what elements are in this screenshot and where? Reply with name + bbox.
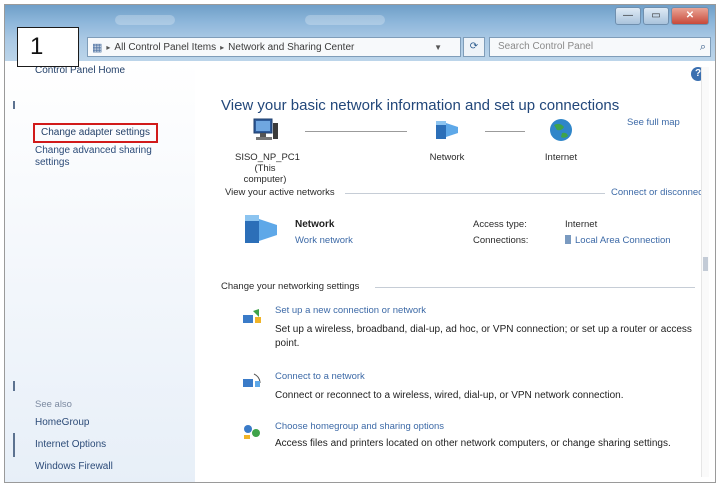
- setup-connection-desc: Set up a wireless, broadband, dial-up, a…: [275, 324, 692, 349]
- divider: [13, 101, 15, 109]
- network-type-link[interactable]: Work network: [295, 235, 353, 246]
- change-settings-label: Change your networking settings: [221, 281, 360, 292]
- sidebar-item-homegroup[interactable]: HomeGroup: [35, 417, 89, 429]
- connect-network-desc: Connect or reconnect to a wireless, wire…: [275, 390, 624, 401]
- see-also-label: See also: [35, 399, 72, 410]
- chevron-right-icon: ▸: [220, 42, 225, 52]
- search-placeholder: Search Control Panel: [498, 41, 594, 52]
- active-network-name: Network: [295, 219, 335, 230]
- ethernet-icon: [565, 235, 571, 244]
- see-full-map-link[interactable]: See full map: [627, 117, 680, 128]
- network-label: Network: [429, 152, 465, 163]
- title-blur: [115, 15, 175, 25]
- internet-label: Internet: [544, 152, 578, 163]
- step-number-label: 1: [17, 27, 79, 67]
- map-connector: [305, 131, 407, 132]
- maximize-button[interactable]: ▭: [643, 7, 669, 25]
- homegroup-icon: [244, 425, 260, 439]
- connect-network-link[interactable]: Connect to a network: [275, 371, 365, 382]
- sidebar-item-change-adapter[interactable]: Change adapter settings: [33, 123, 158, 143]
- chevron-down-icon[interactable]: ▼: [434, 43, 442, 52]
- sidebar-item-internet-options[interactable]: Internet Options: [35, 439, 106, 451]
- control-panel-icon: ▦: [92, 41, 103, 54]
- search-input[interactable]: Search Control Panel ⌕: [489, 37, 711, 57]
- left-pane: Control Panel Home Change adapter settin…: [5, 61, 195, 482]
- map-node-internet[interactable]: Internet: [531, 117, 591, 163]
- globe-icon: [550, 119, 572, 141]
- map-node-network[interactable]: Network: [417, 117, 477, 163]
- chevron-right-icon: ▸: [106, 42, 111, 52]
- breadcrumb-network-center[interactable]: Network and Sharing Center: [228, 42, 354, 53]
- homegroup-sharing-link[interactable]: Choose homegroup and sharing options: [275, 421, 444, 432]
- sidebar-item-windows-firewall[interactable]: Windows Firewall: [35, 461, 113, 473]
- section-divider: [345, 193, 605, 194]
- connections-label: Connections:: [473, 235, 529, 246]
- network-icon: [436, 121, 458, 139]
- divider: [13, 381, 15, 391]
- homegroup-sharing-desc: Access files and printers located on oth…: [275, 438, 671, 449]
- search-icon[interactable]: ⌕: [700, 38, 706, 56]
- title-bar: — ▭ ✕ ▦ ▸ All Control Panel Items ▸ Netw…: [5, 5, 715, 61]
- divider: [13, 433, 15, 457]
- connections-row: Connections: Local Area Connection: [473, 235, 671, 246]
- window-controls: — ▭ ✕: [615, 7, 709, 25]
- new-connection-icon: [243, 309, 261, 323]
- sidebar-item-advanced-sharing[interactable]: Change advanced sharing settings: [35, 145, 185, 169]
- computer-icon: [253, 118, 278, 140]
- connections-value: Local Area Connection: [575, 235, 671, 246]
- title-blur: [305, 15, 385, 25]
- page-title: View your basic network information and …: [221, 97, 620, 114]
- active-networks-label: View your active networks: [225, 187, 335, 198]
- map-node-computer[interactable]: SISO_NP_PC1 (This computer): [235, 117, 300, 185]
- access-type-label: Access type:: [473, 219, 527, 230]
- computer-name: SISO_NP_PC1: [235, 152, 300, 163]
- main-content: ? View your basic network information an…: [195, 61, 709, 482]
- scrollbar-thumb[interactable]: [703, 257, 708, 271]
- refresh-button[interactable]: ⟳: [463, 37, 485, 57]
- map-connector: [485, 131, 525, 132]
- connect-network-icon: [243, 373, 261, 387]
- local-area-connection-link[interactable]: Local Area Connection: [565, 235, 671, 246]
- access-type-row: Access type: Internet: [473, 219, 597, 230]
- breadcrumb-all-items[interactable]: All Control Panel Items: [114, 42, 216, 53]
- close-button[interactable]: ✕: [671, 7, 709, 25]
- section-divider: [375, 287, 695, 288]
- control-panel-window: — ▭ ✕ ▦ ▸ All Control Panel Items ▸ Netw…: [4, 4, 716, 483]
- active-network-icon: [245, 215, 277, 243]
- setup-connection-link[interactable]: Set up a new connection or network: [275, 305, 426, 316]
- vertical-scrollbar[interactable]: [701, 67, 709, 477]
- address-bar[interactable]: ▦ ▸ All Control Panel Items ▸ Network an…: [87, 37, 461, 57]
- minimize-button[interactable]: —: [615, 7, 641, 25]
- access-type-value: Internet: [565, 219, 598, 230]
- computer-sub: (This computer): [243, 163, 287, 185]
- connect-disconnect-link[interactable]: Connect or disconnect: [611, 187, 706, 198]
